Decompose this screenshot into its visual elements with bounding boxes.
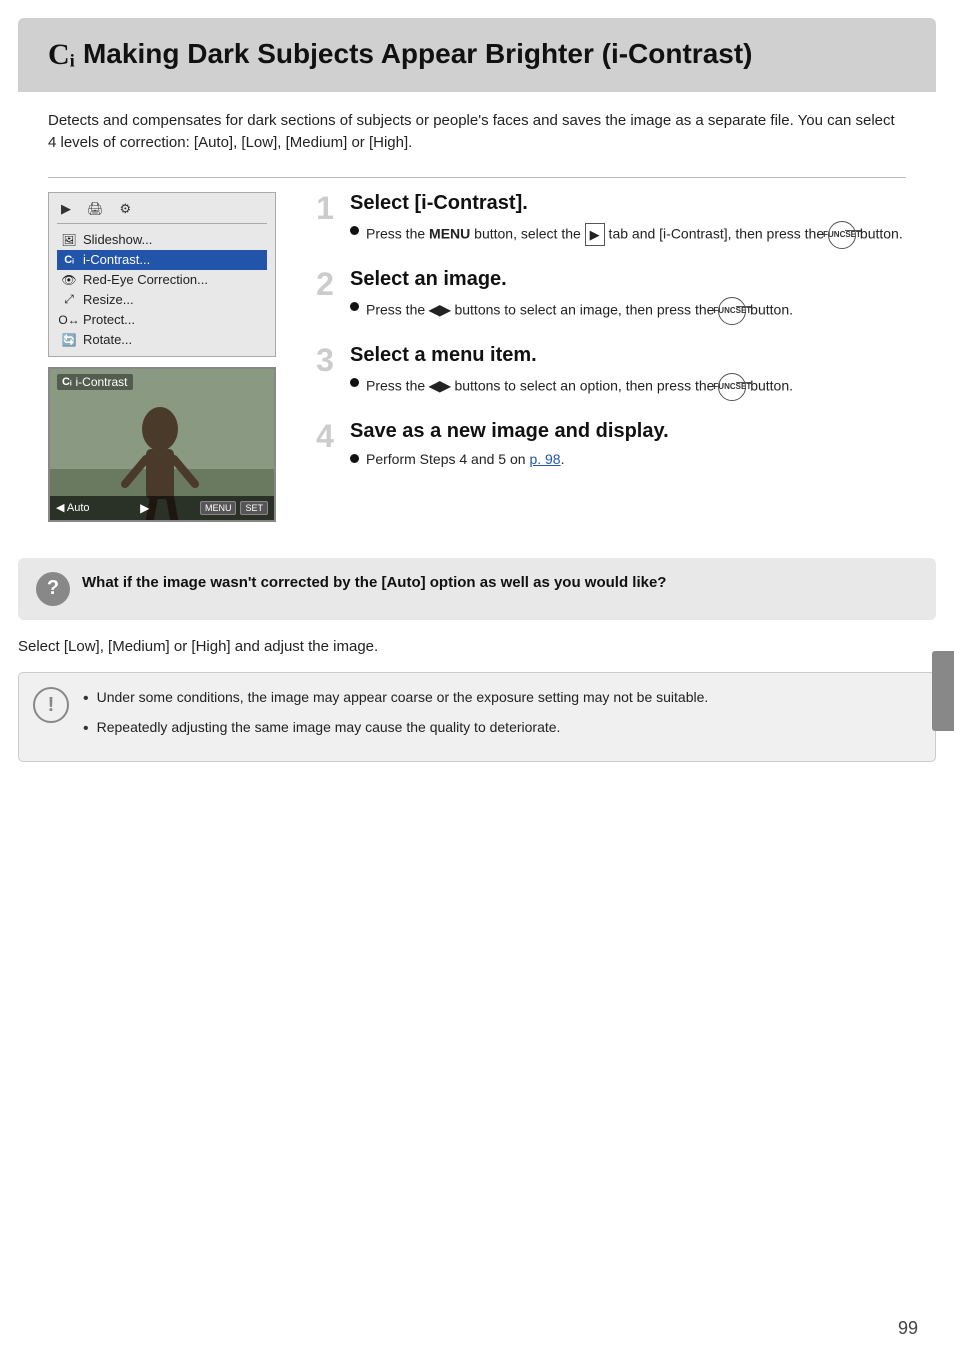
main-content: Detects and compensates for dark section… <box>18 92 936 558</box>
page-link: p. 98 <box>529 451 560 467</box>
menu-item-resize[interactable]: ⤢ Resize... <box>57 290 267 310</box>
step-4-number: 4 <box>312 420 338 452</box>
ci-icon: Cᵢ <box>48 36 75 74</box>
question-callout: ? What if the image wasn't corrected by … <box>18 558 936 620</box>
menu-item-label: Resize... <box>83 292 134 307</box>
title-text: Making Dark Subjects Appear Brighter (i-… <box>83 36 753 71</box>
warn-item-2: • Repeatedly adjusting the same image ma… <box>83 717 917 741</box>
step-3-text: Press the ◀▶ buttons to select an option… <box>366 373 793 401</box>
warn-item-1: • Under some conditions, the image may a… <box>83 687 917 711</box>
warn-text-2: Repeatedly adjusting the same image may … <box>97 717 561 741</box>
camera-buttons: MENU SET <box>200 501 268 515</box>
step-3-detail: Press the ◀▶ buttons to select an option… <box>350 373 906 401</box>
step-1-content: Select [i-Contrast]. Press the MENU butt… <box>350 192 906 252</box>
answer-text: Select [Low], [Medium] or [High] and adj… <box>18 636 936 659</box>
step-4-title: Save as a new image and display. <box>350 420 906 443</box>
intro-text: Detects and compensates for dark section… <box>48 110 906 155</box>
menu-item-label: Rotate... <box>83 332 132 347</box>
step-4-content: Save as a new image and display. Perform… <box>350 420 906 473</box>
slideshow-icon: 🖼 <box>61 232 77 248</box>
ci-small-icon: Cᵢ <box>62 376 72 388</box>
step-1-title: Select [i-Contrast]. <box>350 192 906 215</box>
page-number: 99 <box>898 1318 918 1339</box>
step-3-title: Select a menu item. <box>350 344 906 367</box>
preview-label-text: i-Contrast <box>76 375 128 389</box>
bullet-icon <box>350 454 359 463</box>
func-set-btn-2: FUNCSET <box>718 297 746 325</box>
menu-tabs: ▶ 🖨 ⚙ <box>57 199 267 224</box>
menu-item-slideshow[interactable]: 🖼 Slideshow... <box>57 230 267 250</box>
right-arrow: ▶ <box>140 501 149 515</box>
question-text: What if the image wasn't corrected by th… <box>82 572 666 593</box>
step-3-number: 3 <box>312 344 338 376</box>
resize-icon: ⤢ <box>61 292 77 308</box>
right-tab <box>932 651 954 731</box>
left-panel: ▶ 🖨 ⚙ 🖼 Slideshow... Cᵢ i-Contrast... 👁 <box>48 192 288 522</box>
menu-item-label: Slideshow... <box>83 232 152 247</box>
icontrast-icon: Cᵢ <box>61 252 77 268</box>
menu-item-rotate[interactable]: 🔄 Rotate... <box>57 330 267 350</box>
steps-panel: 1 Select [i-Contrast]. Press the MENU bu… <box>288 192 906 522</box>
step-2-text: Press the ◀▶ buttons to select an image,… <box>366 297 793 325</box>
warning-bullets: • Under some conditions, the image may a… <box>83 687 917 747</box>
menu-tab-settings: ⚙ <box>116 199 136 219</box>
step-3-content: Select a menu item. Press the ◀▶ buttons… <box>350 344 906 404</box>
set-btn-badge[interactable]: SET <box>240 501 268 515</box>
step-2-title: Select an image. <box>350 268 906 291</box>
camera-bottom-bar: ◀ Auto ▶ MENU SET <box>50 496 274 520</box>
redeye-icon: 👁 <box>61 272 77 288</box>
warn-text-1: Under some conditions, the image may app… <box>97 687 709 711</box>
step-2-content: Select an image. Press the ◀▶ buttons to… <box>350 268 906 328</box>
warn-bullet-1: • <box>83 687 89 711</box>
step-2: 2 Select an image. Press the ◀▶ buttons … <box>312 268 906 328</box>
rotate-icon: 🔄 <box>61 332 77 348</box>
step-1: 1 Select [i-Contrast]. Press the MENU bu… <box>312 192 906 252</box>
auto-label: ◀ Auto <box>56 501 90 514</box>
step-1-text: Press the MENU button, select the ▶ tab … <box>366 221 903 249</box>
menu-screenshot: ▶ 🖨 ⚙ 🖼 Slideshow... Cᵢ i-Contrast... 👁 <box>48 192 276 357</box>
menu-tab-play: ▶ <box>57 199 75 219</box>
func-set-btn-3: FUNCSET <box>718 373 746 401</box>
play-tab-icon: ▶ <box>585 223 605 247</box>
step-2-detail: Press the ◀▶ buttons to select an image,… <box>350 297 906 325</box>
menu-btn-badge[interactable]: MENU <box>200 501 237 515</box>
menu-item-label: Red-Eye Correction... <box>83 272 208 287</box>
question-icon: ? <box>36 572 70 606</box>
page-title: Cᵢ Making Dark Subjects Appear Brighter … <box>48 36 906 74</box>
bullet-icon <box>350 226 359 235</box>
step-1-detail: Press the MENU button, select the ▶ tab … <box>350 221 906 249</box>
page-header: Cᵢ Making Dark Subjects Appear Brighter … <box>18 18 936 92</box>
camera-preview: Cᵢ i-Contrast ◀ Auto ▶ MENU SET <box>48 367 276 522</box>
protect-icon: O↔ <box>61 312 77 328</box>
page: Cᵢ Making Dark Subjects Appear Brighter … <box>0 18 954 1363</box>
main-area: ▶ 🖨 ⚙ 🖼 Slideshow... Cᵢ i-Contrast... 👁 <box>48 177 906 522</box>
bullet-icon <box>350 378 359 387</box>
menu-item-label: Protect... <box>83 312 135 327</box>
step-2-number: 2 <box>312 268 338 300</box>
menu-item-label: i-Contrast... <box>83 252 150 267</box>
step-4-detail: Perform Steps 4 and 5 on p. 98. <box>350 449 906 470</box>
menu-item-protect[interactable]: O↔ Protect... <box>57 310 267 330</box>
warn-bullet-2: • <box>83 717 89 741</box>
step-4: 4 Save as a new image and display. Perfo… <box>312 420 906 473</box>
camera-label: Cᵢ i-Contrast <box>57 374 133 390</box>
warning-callout: ! • Under some conditions, the image may… <box>18 672 936 762</box>
bullet-icon <box>350 302 359 311</box>
warning-icon: ! <box>33 687 69 723</box>
func-set-btn-1: FUNCSET <box>828 221 856 249</box>
menu-item-icontrast[interactable]: Cᵢ i-Contrast... <box>57 250 267 270</box>
menu-tab-print: 🖨 <box>83 199 108 219</box>
step-1-number: 1 <box>312 192 338 224</box>
step-3: 3 Select a menu item. Press the ◀▶ butto… <box>312 344 906 404</box>
step-4-text: Perform Steps 4 and 5 on p. 98. <box>366 449 564 470</box>
menu-item-redeye[interactable]: 👁 Red-Eye Correction... <box>57 270 267 290</box>
